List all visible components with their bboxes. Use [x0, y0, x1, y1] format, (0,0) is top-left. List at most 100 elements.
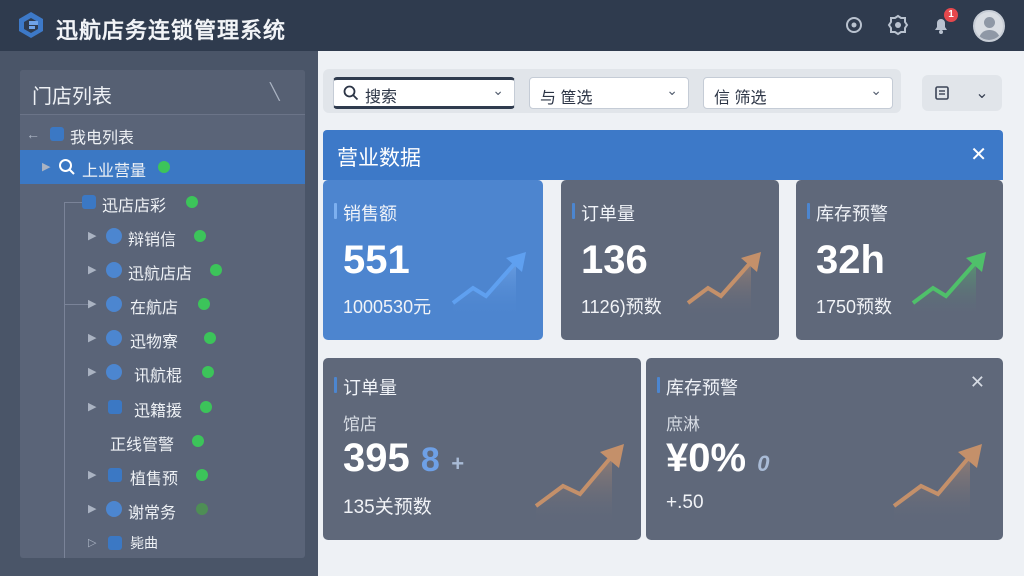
- trend-up-icon: [911, 252, 986, 318]
- expand-arrow-icon[interactable]: ▶: [88, 263, 96, 276]
- gear-icon[interactable]: [886, 13, 910, 37]
- status-dot: [200, 401, 212, 413]
- app-title: 迅航店务连锁管理系统: [56, 18, 287, 43]
- expand-arrow-icon[interactable]: ▶: [88, 229, 96, 242]
- tree-item-label: 谢常务: [128, 505, 177, 522]
- chevron-down-icon: ⌄: [975, 85, 989, 102]
- document-icon: [935, 86, 949, 100]
- expand-arrow-icon[interactable]: ▶: [42, 160, 50, 173]
- view-toggle-group: ⌄: [922, 75, 1002, 111]
- card-label: 库存预警: [657, 374, 738, 400]
- expand-arrow-icon[interactable]: ▷: [88, 536, 96, 549]
- folder-icon: [108, 400, 122, 414]
- store-icon: [106, 364, 122, 380]
- status-dot: [204, 332, 216, 344]
- expand-arrow-icon[interactable]: ▶: [88, 400, 96, 413]
- close-icon[interactable]: ✕: [970, 142, 987, 167]
- avatar[interactable]: [973, 10, 1005, 42]
- store-icon: [106, 262, 122, 278]
- tree-item-label: 迅籍援: [134, 403, 183, 420]
- card-value: 395: [343, 436, 410, 480]
- tree-item[interactable]: ▶ 讯航棍: [20, 355, 305, 389]
- tree-item[interactable]: ▶ 迅物寮: [20, 321, 305, 355]
- tree-item[interactable]: ▶ 谢常务: [20, 492, 305, 526]
- sales-card[interactable]: 销售额 551 1000530元: [323, 180, 543, 340]
- filter-label: 与 筐选: [540, 90, 593, 107]
- card-value-suffix: +: [450, 451, 464, 476]
- notification-badge: 1: [944, 8, 958, 22]
- card-value-suffix: 0: [757, 451, 770, 476]
- card-label: 订单量: [572, 200, 635, 226]
- sidebar-header: 门店列表 ╲: [20, 70, 305, 115]
- folder-icon: [108, 536, 122, 550]
- business-data-panel-header: 营业数据 ✕: [323, 130, 1003, 180]
- card-label: 库存预警: [807, 200, 888, 226]
- card-value: 551: [343, 238, 410, 282]
- list-view-button[interactable]: [922, 75, 962, 111]
- trend-up-icon: [686, 252, 761, 318]
- card-value: 136: [581, 238, 648, 282]
- expand-arrow-icon[interactable]: ▶: [88, 365, 96, 378]
- folder-icon: [82, 195, 96, 209]
- store-icon: [106, 501, 122, 517]
- more-options-button[interactable]: ⌄: [962, 75, 1002, 111]
- tree-item-label: 辩销信: [128, 232, 177, 249]
- status-dot: [158, 161, 170, 173]
- status-dot: [196, 503, 208, 515]
- status-dot: [202, 366, 214, 378]
- tree-item[interactable]: ▶ 迅航店店: [20, 253, 305, 287]
- tree-item[interactable]: 正线管警: [20, 424, 305, 458]
- collapse-icon[interactable]: ╲: [270, 82, 280, 102]
- expand-arrow-icon[interactable]: ▶: [88, 297, 96, 310]
- chevron-down-icon: ⌄: [870, 82, 882, 98]
- tree-item-label: 正线管警: [110, 437, 175, 454]
- close-icon[interactable]: ✕: [970, 372, 985, 393]
- tree-item-label: 植售预: [130, 471, 179, 488]
- expand-arrow-icon[interactable]: ▶: [88, 502, 96, 515]
- expand-arrow-icon[interactable]: ▶: [88, 468, 96, 481]
- tree-item[interactable]: 迅店店彩: [20, 185, 305, 219]
- tree-item-label: 毙曲: [130, 535, 158, 551]
- tree-item-root[interactable]: ← 我电列表: [20, 117, 305, 151]
- card-value: 32h: [816, 238, 885, 282]
- card-subtext: 1126)预数: [581, 297, 662, 317]
- stock-detail-card[interactable]: 库存预警 ✕ 庶淋 ¥0% 0 +.50: [646, 358, 1003, 540]
- store-icon: [106, 330, 122, 346]
- app-header: 迅航店务连锁管理系统 1: [0, 0, 1024, 51]
- store-icon: [106, 296, 122, 312]
- card-subtext: 135关预数: [343, 497, 432, 518]
- orders-detail-card[interactable]: 订单量 馆店 395 8 + 135关预数: [323, 358, 641, 540]
- filter-select-1[interactable]: 与 筐选 ⌄: [529, 77, 689, 109]
- status-dot: [210, 264, 222, 276]
- back-arrow-icon[interactable]: ←: [26, 126, 40, 142]
- expand-arrow-icon[interactable]: ▶: [88, 331, 96, 344]
- tree-item-label: 上业营量: [82, 163, 147, 180]
- tree-item-active[interactable]: ▶ 上业营量: [20, 150, 305, 184]
- card-value-accent: 8: [420, 441, 440, 479]
- search-select[interactable]: 搜索 ⌄: [333, 77, 515, 109]
- chevron-down-icon: ⌄: [492, 82, 504, 98]
- folder-icon: [50, 127, 64, 141]
- avatar-head: [984, 17, 995, 28]
- tree-item[interactable]: ▶ 植售预: [20, 458, 305, 492]
- status-dot: [194, 230, 206, 242]
- tree-item[interactable]: ▷ 毙曲: [20, 526, 305, 558]
- orders-card[interactable]: 订单量 136 1126)预数: [561, 180, 779, 340]
- trend-up-icon: [451, 252, 526, 318]
- tree-item-label: 在航店: [130, 300, 179, 317]
- tree-item[interactable]: ▶ 在航店: [20, 287, 305, 321]
- tree-item[interactable]: ▶ 迅籍援: [20, 390, 305, 424]
- card-label: 销售额: [334, 200, 397, 226]
- settings-icon[interactable]: [842, 13, 866, 37]
- trend-up-icon: [892, 444, 982, 526]
- avatar-body: [979, 30, 1000, 40]
- tree-item[interactable]: ▶ 辩销信: [20, 219, 305, 253]
- status-dot: [192, 435, 204, 447]
- folder-icon: [108, 468, 122, 482]
- status-dot: [186, 196, 198, 208]
- filter-select-2[interactable]: 信 筛选 ⌄: [703, 77, 893, 109]
- panel-title: 营业数据: [337, 147, 421, 170]
- stock-alert-card[interactable]: 库存预警 32h 1750预数: [796, 180, 1003, 340]
- card-subtext: +.50: [666, 492, 704, 513]
- chevron-down-icon: ⌄: [666, 82, 678, 98]
